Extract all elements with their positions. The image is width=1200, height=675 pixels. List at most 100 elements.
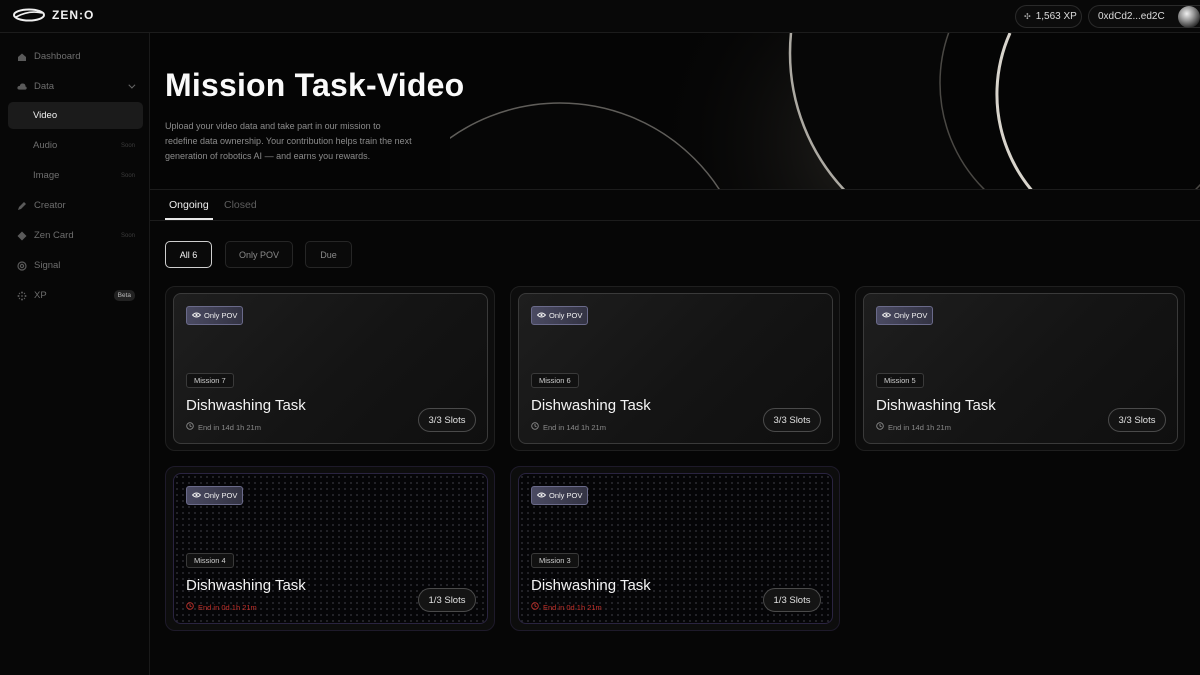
pov-badge: Only POV	[876, 306, 933, 325]
page-title: Mission Task-Video	[165, 67, 465, 103]
card-title: Dishwashing Task	[186, 397, 306, 414]
slots-button[interactable]: 1/3 Slots	[763, 588, 821, 612]
pov-badge-label: Only POV	[549, 311, 583, 320]
wallet-address: 0xdCd2...ed2C	[1098, 11, 1165, 22]
home-icon	[17, 52, 27, 62]
sidebar-item-xp[interactable]: XP Beta	[8, 282, 143, 309]
card-end-time: End in 14d 1h 21m	[531, 422, 606, 432]
card-end-label: End in 0d 1h 21m	[543, 602, 602, 612]
card-title: Dishwashing Task	[186, 577, 306, 594]
card-end-time: End in 0d 1h 21m	[186, 602, 257, 612]
pen-tool-icon	[17, 201, 27, 211]
top-bar: ZEN:O ✣ 1,563 XP 0xdCd2...ed2C	[0, 0, 1200, 33]
mission-tag: Mission 4	[186, 553, 234, 568]
mission-card[interactable]: Only POV Mission 4 Dishwashing Task End …	[165, 466, 495, 631]
slots-button[interactable]: 3/3 Slots	[418, 408, 476, 432]
eye-icon	[191, 311, 202, 320]
clock-icon	[531, 422, 539, 432]
mission-card[interactable]: Only POV Mission 7 Dishwashing Task End …	[165, 286, 495, 451]
cloud-icon	[17, 82, 27, 92]
sidebar-item-dashboard[interactable]: Dashboard	[8, 43, 143, 70]
sidebar-item-audio[interactable]: Audio Soon	[8, 132, 143, 159]
pov-badge: Only POV	[186, 486, 243, 505]
soon-badge: Soon	[120, 142, 135, 149]
mission-card[interactable]: Only POV Mission 6 Dishwashing Task End …	[510, 286, 840, 451]
filter-all[interactable]: All 6	[165, 241, 212, 268]
card-end-time: End in 14d 1h 21m	[876, 422, 951, 432]
pov-badge-label: Only POV	[894, 311, 928, 320]
mission-tag: Mission 6	[531, 373, 579, 388]
clock-icon	[876, 422, 884, 432]
sidebar-item-label: Audio	[33, 140, 58, 151]
avatar	[1178, 5, 1200, 28]
card-end-time: End in 0d 1h 21m	[531, 602, 602, 612]
brand-logo[interactable]: ZEN:O	[12, 8, 94, 22]
logo-mark-icon	[13, 8, 45, 22]
mission-tag: Mission 7	[186, 373, 234, 388]
soon-badge: Soon	[120, 232, 135, 239]
clock-icon	[186, 422, 194, 432]
tab-ongoing[interactable]: Ongoing	[169, 199, 209, 211]
sidebar-item-signal[interactable]: Signal	[8, 252, 143, 279]
sidebar-item-zen-card[interactable]: Zen Card Soon	[8, 222, 143, 249]
beta-badge: Beta	[113, 290, 135, 301]
tab-closed[interactable]: Closed	[224, 199, 257, 211]
sidebar-item-label: Dashboard	[34, 51, 81, 62]
pov-badge-label: Only POV	[549, 491, 583, 500]
card-title: Dishwashing Task	[531, 577, 651, 594]
sidebar-item-video[interactable]: Video	[8, 102, 143, 129]
eye-icon	[881, 311, 892, 320]
slots-button[interactable]: 1/3 Slots	[418, 588, 476, 612]
mission-card[interactable]: Only POV Mission 5 Dishwashing Task End …	[855, 286, 1185, 451]
xp-balance-button[interactable]: ✣ 1,563 XP	[1015, 5, 1082, 28]
sparkle-icon: ✣	[1024, 12, 1031, 21]
diamond-icon	[17, 231, 27, 241]
xp-balance: 1,563 XP	[1035, 11, 1077, 22]
active-tab-indicator	[165, 218, 213, 220]
eye-icon	[191, 491, 202, 500]
card-end-label: End in 0d 1h 21m	[198, 602, 257, 612]
pov-badge: Only POV	[531, 306, 588, 325]
sidebar-item-data[interactable]: Data	[8, 73, 143, 100]
sidebar-item-image[interactable]: Image Soon	[8, 162, 143, 189]
filter-due[interactable]: Due	[305, 241, 352, 268]
card-end-label: End in 14d 1h 21m	[543, 422, 606, 432]
card-end-time: End in 14d 1h 21m	[186, 422, 261, 432]
sidebar-item-label: XP	[34, 290, 47, 301]
chevron-down-icon	[128, 81, 136, 89]
slots-button[interactable]: 3/3 Slots	[1108, 408, 1166, 432]
card-end-label: End in 14d 1h 21m	[198, 422, 261, 432]
tab-bar: Ongoing Closed	[150, 190, 1200, 221]
filter-only-pov[interactable]: Only POV	[225, 241, 293, 268]
brand-name: ZEN:O	[52, 8, 95, 22]
eye-icon	[536, 491, 547, 500]
sidebar: Dashboard Data Video Audio Soon Image So…	[0, 33, 150, 675]
sparkle-icon	[17, 291, 27, 301]
sidebar-item-label: Video	[33, 110, 58, 121]
hero-decoration	[450, 33, 1200, 189]
mission-tag: Mission 3	[531, 553, 579, 568]
wallet-button[interactable]: 0xdCd2...ed2C	[1088, 5, 1200, 28]
card-title: Dishwashing Task	[876, 397, 996, 414]
sidebar-item-label: Image	[33, 170, 60, 181]
pov-badge-label: Only POV	[204, 311, 238, 320]
eye-icon	[536, 311, 547, 320]
sidebar-item-label: Creator	[34, 200, 66, 211]
at-sign-icon	[17, 260, 27, 271]
hero-banner: Mission Task-Video Upload your video dat…	[150, 33, 1200, 190]
pov-badge-label: Only POV	[204, 491, 238, 500]
sidebar-item-label: Zen Card	[34, 230, 74, 241]
mission-card[interactable]: Only POV Mission 3 Dishwashing Task End …	[510, 466, 840, 631]
soon-badge: Soon	[120, 172, 135, 179]
page-description: Upload your video data and take part in …	[165, 121, 412, 161]
pov-badge: Only POV	[531, 486, 588, 505]
sidebar-item-label: Data	[34, 81, 55, 92]
sidebar-item-label: Signal	[34, 260, 61, 271]
card-end-label: End in 14d 1h 21m	[888, 422, 951, 432]
slots-button[interactable]: 3/3 Slots	[763, 408, 821, 432]
clock-icon	[531, 602, 539, 612]
card-title: Dishwashing Task	[531, 397, 651, 414]
pov-badge: Only POV	[186, 306, 243, 325]
sidebar-item-creator[interactable]: Creator	[8, 192, 143, 219]
mission-tag: Mission 5	[876, 373, 924, 388]
